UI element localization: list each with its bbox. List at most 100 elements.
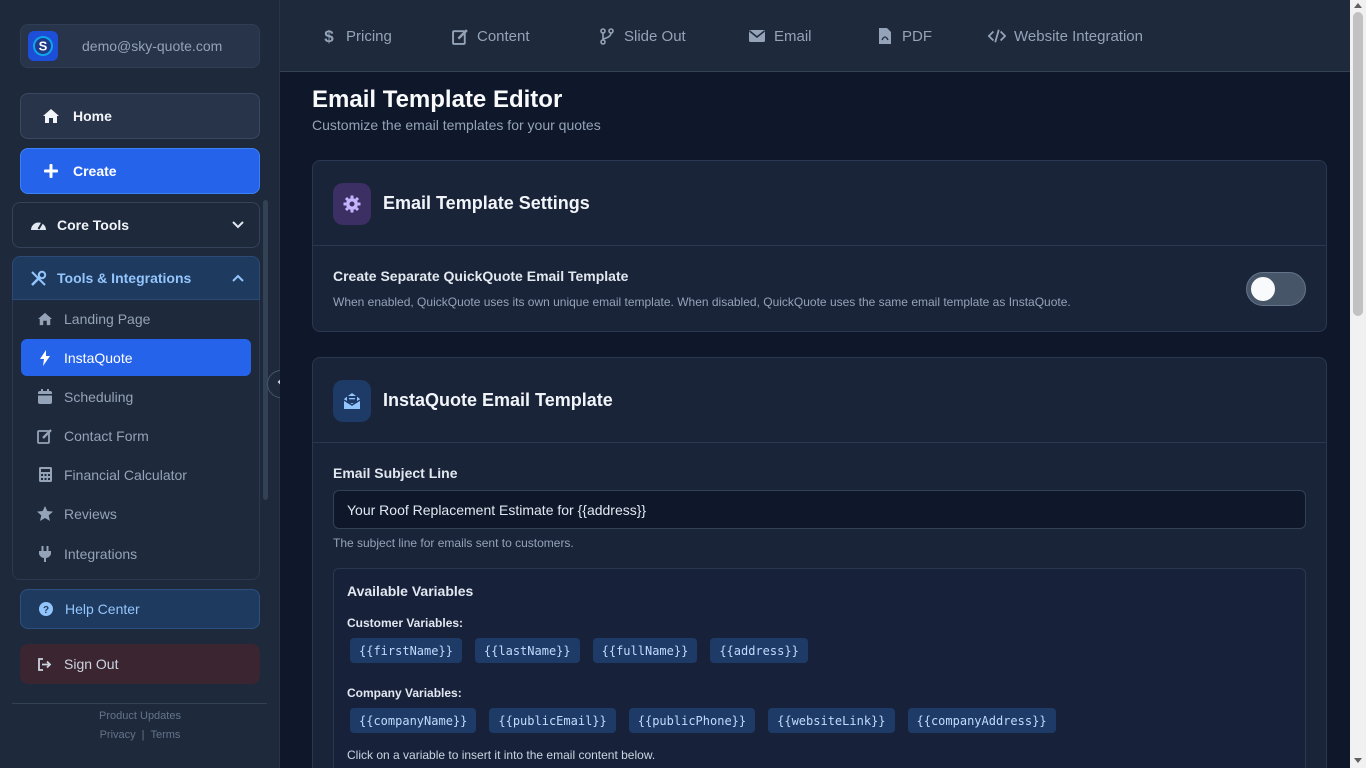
tab-content[interactable]: Content xyxy=(451,24,530,48)
tab-slide-out[interactable]: Slide Out xyxy=(598,24,686,48)
variables-title: Available Variables xyxy=(347,583,474,599)
tools-integrations-section[interactable]: Tools & Integrations xyxy=(12,256,260,300)
sidebar-item-contact-form[interactable]: Contact Form xyxy=(21,417,251,454)
house-icon xyxy=(36,310,54,328)
core-tools-label: Core Tools xyxy=(57,217,130,233)
sidebar-item-label: Contact Form xyxy=(64,427,149,444)
company-variables-label: Company Variables: xyxy=(347,686,462,700)
separate-template-description: When enabled, QuickQuote uses its own un… xyxy=(333,295,1071,309)
subject-line-input[interactable] xyxy=(333,490,1306,529)
tab-label: Slide Out xyxy=(624,27,686,45)
sign-out-label: Sign Out xyxy=(64,656,119,672)
variable-chip[interactable]: {{websiteLink}} xyxy=(768,708,895,733)
plus-icon xyxy=(41,161,61,181)
sidebar-item-landing-page[interactable]: Landing Page xyxy=(21,300,251,337)
customer-variables-label: Customer Variables: xyxy=(347,616,464,630)
terms-link[interactable]: Terms xyxy=(150,729,180,741)
tab-pricing[interactable]: $ Pricing xyxy=(320,24,392,48)
app-logo-icon: S xyxy=(28,31,58,61)
account-switcher[interactable]: S demo@sky-quote.com xyxy=(20,24,260,68)
variable-chip[interactable]: {{companyAddress}} xyxy=(907,708,1056,733)
subject-line-help: The subject line for emails sent to cust… xyxy=(333,536,574,550)
product-updates-link[interactable]: Product Updates xyxy=(0,710,280,722)
card-header: Email Template Settings xyxy=(313,161,1326,246)
tab-label: Pricing xyxy=(346,27,392,45)
company-variables-list: {{companyName}} {{publicEmail}} {{public… xyxy=(350,708,1069,733)
variable-chip[interactable]: {{publicEmail}} xyxy=(489,708,616,733)
tools-icon xyxy=(28,268,48,288)
account-email: demo@sky-quote.com xyxy=(82,38,223,54)
bolt-icon xyxy=(36,349,54,367)
dollar-icon: $ xyxy=(320,27,338,45)
gauge-icon xyxy=(28,215,48,235)
variable-chip[interactable]: {{publicPhone}} xyxy=(628,708,756,733)
sidebar-item-label: Reviews xyxy=(64,505,117,522)
subject-line-label: Email Subject Line xyxy=(333,465,458,481)
pdf-file-icon xyxy=(876,27,894,45)
chevron-down-icon xyxy=(231,218,245,232)
svg-text:$: $ xyxy=(324,27,334,45)
help-center-button[interactable]: ? Help Center xyxy=(20,589,260,629)
separate-template-toggle[interactable] xyxy=(1246,272,1306,306)
toggle-knob xyxy=(1251,277,1275,301)
card-title: Email Template Settings xyxy=(383,193,590,213)
sign-out-button[interactable]: Sign Out xyxy=(20,644,260,684)
sidebar: S demo@sky-quote.com Home Create Core To… xyxy=(0,0,280,768)
privacy-link[interactable]: Privacy xyxy=(100,729,136,741)
envelope-icon xyxy=(748,27,766,45)
edit-icon xyxy=(451,27,469,45)
sidebar-scrollbar[interactable] xyxy=(263,200,268,500)
star-icon xyxy=(36,505,54,523)
create-label: Create xyxy=(73,163,117,179)
page-title: Email Template Editor xyxy=(312,86,563,113)
tab-label: PDF xyxy=(902,27,932,45)
variable-chip[interactable]: {{firstName}} xyxy=(350,638,462,663)
page-subtitle: Customize the email templates for your q… xyxy=(312,117,601,133)
sidebar-divider xyxy=(12,703,267,704)
variables-instruction: Click on a variable to insert it into th… xyxy=(347,748,656,762)
instaquote-email-template-card: InstaQuote Email Template Email Subject … xyxy=(312,357,1327,768)
plug-icon xyxy=(36,545,54,563)
sidebar-item-reviews[interactable]: Reviews xyxy=(21,495,251,532)
footer-legal-links: Privacy | Terms xyxy=(0,729,280,741)
scroll-up-arrow-icon[interactable] xyxy=(1354,3,1362,8)
create-button[interactable]: Create xyxy=(20,148,260,194)
home-button[interactable]: Home xyxy=(20,93,260,139)
sidebar-item-scheduling[interactable]: Scheduling xyxy=(21,378,251,415)
variable-chip[interactable]: {{lastName}} xyxy=(474,638,580,663)
top-navigation: $ Pricing Content Slide Out Email PDF We… xyxy=(280,0,1350,72)
svg-text:S: S xyxy=(39,39,48,54)
calendar-icon xyxy=(36,388,54,406)
core-tools-section[interactable]: Core Tools xyxy=(12,202,260,248)
sidebar-item-financial-calculator[interactable]: Financial Calculator xyxy=(21,456,251,493)
house-icon xyxy=(41,106,61,126)
chevron-up-icon xyxy=(231,271,245,285)
variable-chip[interactable]: {{address}} xyxy=(710,638,808,663)
svg-text:?: ? xyxy=(43,605,49,616)
available-variables-panel: Available Variables Customer Variables: … xyxy=(333,568,1306,768)
page-scrollbar[interactable] xyxy=(1350,0,1366,768)
tab-website-integration[interactable]: Website Integration xyxy=(988,24,1143,48)
sidebar-item-instaquote[interactable]: InstaQuote xyxy=(21,339,251,376)
card-header: InstaQuote Email Template xyxy=(313,358,1326,443)
main-content: Email Template Editor Customize the emai… xyxy=(280,72,1350,768)
gear-icon xyxy=(333,183,371,225)
separate-template-label: Create Separate QuickQuote Email Templat… xyxy=(333,268,629,284)
tab-email[interactable]: Email xyxy=(748,24,812,48)
calculator-icon xyxy=(36,466,54,484)
code-icon xyxy=(988,27,1006,45)
card-title: InstaQuote Email Template xyxy=(383,390,613,410)
tab-pdf[interactable]: PDF xyxy=(876,24,932,48)
sidebar-item-integrations[interactable]: Integrations xyxy=(21,535,251,572)
scrollbar-thumb[interactable] xyxy=(1353,12,1363,316)
sidebar-item-label: Financial Calculator xyxy=(64,466,187,483)
scroll-down-arrow-icon[interactable] xyxy=(1354,758,1362,763)
sidebar-item-label: Scheduling xyxy=(64,388,134,405)
question-circle-icon: ? xyxy=(37,600,55,618)
variable-chip[interactable]: {{fullName}} xyxy=(592,638,698,663)
customer-variables-list: {{firstName}} {{lastName}} {{fullName}} … xyxy=(350,638,821,663)
sidebar-item-label: Landing Page xyxy=(64,310,151,327)
tab-label: Email xyxy=(774,27,812,45)
sidebar-item-label: Integrations xyxy=(64,545,138,562)
variable-chip[interactable]: {{companyName}} xyxy=(350,708,477,733)
